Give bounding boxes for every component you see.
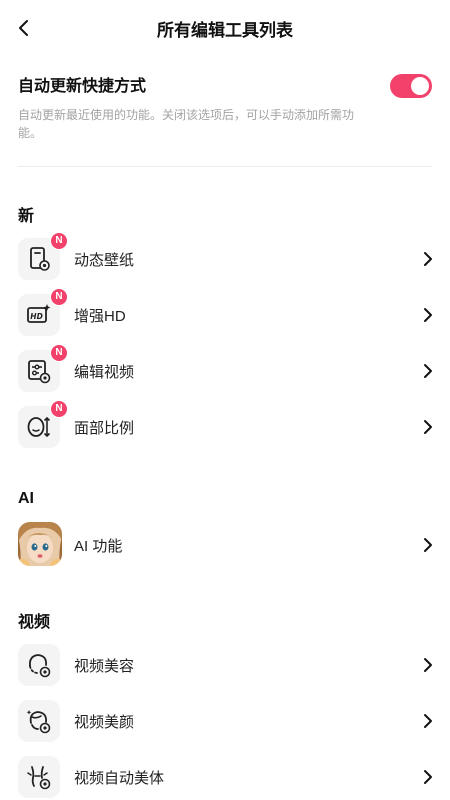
auto-update-toggle[interactable] <box>390 74 432 98</box>
tool-row-ai-features[interactable]: AI 功能 <box>18 522 434 568</box>
auto-update-title: 自动更新快捷方式 <box>18 78 147 95</box>
svg-text:HD: HD <box>30 312 43 321</box>
icon-tile <box>18 700 60 742</box>
section-title-video: 视频 <box>18 614 51 631</box>
auto-update-setting: 自动更新快捷方式 自动更新最近使用的功能。关闭该选项后，可以手动添加所需功能。 <box>18 72 432 142</box>
icon-tile <box>18 644 60 686</box>
tool-label: 编辑视频 <box>74 364 135 381</box>
video-auto-body-icon <box>27 766 51 790</box>
video-beauty-icon <box>29 654 51 678</box>
tool-row-video-face-beauty[interactable]: 视频美颜 <box>18 698 434 744</box>
tool-row-face-ratio[interactable]: N 面部比例 <box>18 400 434 450</box>
chevron-right-icon <box>424 714 432 728</box>
hd-enhance-icon: HD <box>27 304 51 323</box>
tool-label: 视频自动美体 <box>74 770 165 787</box>
chevron-right-icon <box>424 420 432 434</box>
divider <box>18 166 432 167</box>
tool-row-video-beauty[interactable]: 视频美容 <box>18 642 434 688</box>
video-face-beauty-icon <box>26 710 51 734</box>
auto-update-description: 自动更新最近使用的功能。关闭该选项后，可以手动添加所需功能。 <box>18 108 355 140</box>
chevron-right-icon <box>424 308 432 322</box>
tool-row-live-wallpaper[interactable]: N 动态壁纸 <box>18 232 434 282</box>
tool-label: 视频美颜 <box>74 714 135 731</box>
new-badge: N <box>50 232 68 250</box>
new-badge: N <box>50 400 68 418</box>
chevron-right-icon <box>424 658 432 672</box>
icon-tile <box>18 756 60 798</box>
toggle-knob <box>411 77 429 95</box>
section-title-new: 新 <box>18 208 35 225</box>
section-title-ai: AI <box>18 490 34 507</box>
tool-label: 视频美容 <box>74 658 135 675</box>
tool-label: 面部比例 <box>74 420 135 437</box>
tool-label: 增强HD <box>74 308 126 325</box>
chevron-right-icon <box>424 770 432 784</box>
tool-row-edit-video[interactable]: N 编辑视频 <box>18 344 434 394</box>
top-bar: 所有编辑工具列表 <box>0 0 450 56</box>
tool-label: AI 功能 <box>74 538 123 555</box>
page-title: 所有编辑工具列表 <box>157 21 293 40</box>
chevron-right-icon <box>424 252 432 266</box>
phone-wallpaper-icon <box>30 247 50 271</box>
new-badge: N <box>50 288 68 306</box>
tool-row-enhance-hd[interactable]: HD N 增强HD <box>18 288 434 338</box>
chevron-right-icon <box>424 364 432 378</box>
ai-avatar-image <box>18 522 62 566</box>
tool-row-video-auto-body[interactable]: 视频自动美体 <box>18 754 434 800</box>
chevron-right-icon <box>424 538 432 552</box>
edit-video-icon <box>28 360 51 384</box>
face-ratio-icon <box>27 416 51 438</box>
tool-label: 动态壁纸 <box>74 252 135 269</box>
new-badge: N <box>50 344 68 362</box>
